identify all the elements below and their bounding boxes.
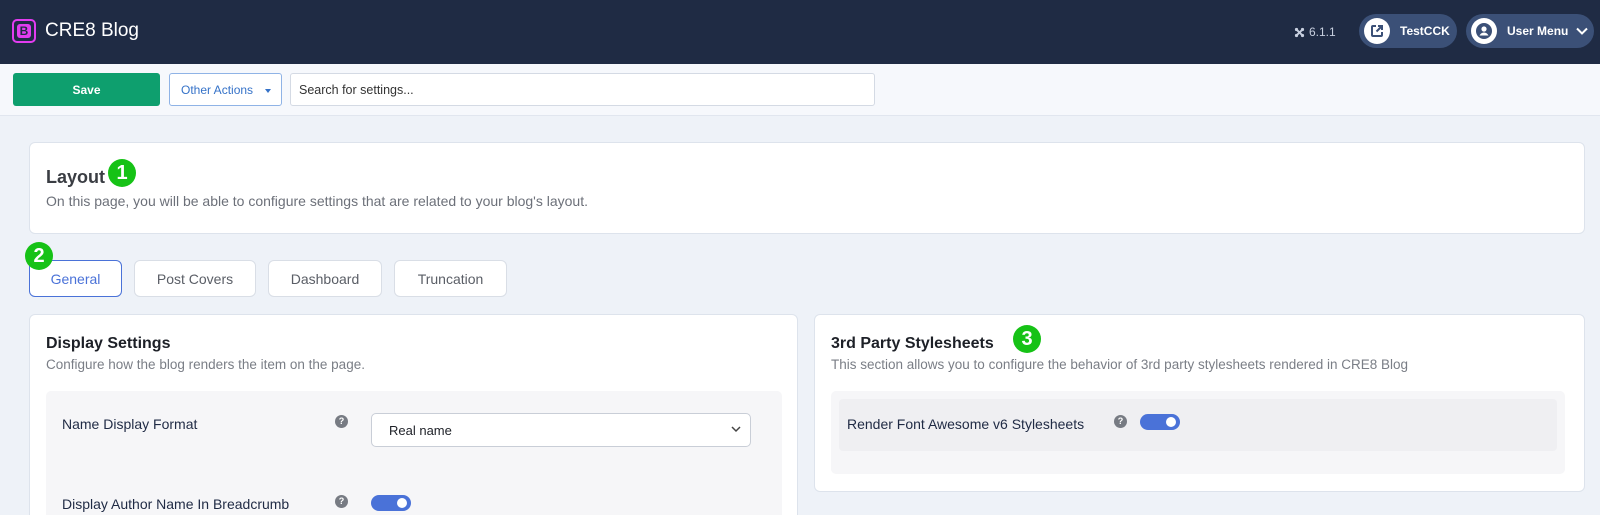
external-link-icon — [1364, 18, 1390, 44]
site-link-label: TestCCK — [1400, 24, 1450, 38]
author-breadcrumb-label: Display Author Name In Breadcrumb — [62, 496, 290, 512]
stylesheets-panel: 3rd Party Stylesheets This section allow… — [814, 314, 1585, 492]
page-header-card: Layout On this page, you will be able to… — [29, 142, 1585, 234]
tab-truncation[interactable]: Truncation — [394, 260, 507, 297]
version-indicator: 6.1.1 — [1294, 25, 1336, 39]
user-menu-label: User Menu — [1507, 24, 1569, 38]
other-actions-dropdown[interactable]: Other Actions — [169, 73, 282, 106]
annotation-badge-2: 2 — [25, 242, 53, 270]
display-settings-fields: Name Display Format ? Real name Display … — [46, 391, 782, 515]
toggle-knob — [1166, 417, 1176, 427]
annotation-badge-3: 3 — [1013, 325, 1041, 353]
name-display-format-label: Name Display Format — [62, 416, 198, 432]
name-display-format-select[interactable]: Real name — [371, 413, 751, 447]
caret-down-icon — [265, 89, 271, 93]
name-display-format-value: Real name — [389, 422, 452, 438]
action-toolbar: Save Other Actions — [0, 64, 1600, 116]
help-icon[interactable]: ? — [335, 495, 348, 508]
annotation-badge-1: 1 — [108, 159, 136, 187]
other-actions-label: Other Actions — [181, 82, 254, 97]
settings-search-input[interactable] — [290, 73, 875, 106]
app-logo-icon[interactable]: B — [12, 19, 36, 43]
display-settings-title: Display Settings — [46, 335, 171, 352]
font-awesome-setting-row: Render Font Awesome v6 Stylesheets ? — [839, 399, 1557, 451]
tab-post-covers[interactable]: Post Covers — [134, 260, 256, 297]
stylesheets-fields: Render Font Awesome v6 Stylesheets ? — [831, 391, 1565, 474]
save-button[interactable]: Save — [13, 73, 160, 106]
app-title[interactable]: CRE8 Blog — [45, 20, 139, 42]
joomla-icon — [1294, 27, 1305, 38]
user-menu-button[interactable]: User Menu — [1466, 14, 1594, 48]
logo-letter: B — [17, 24, 31, 38]
page-description: On this page, you will be able to config… — [46, 193, 588, 209]
author-breadcrumb-toggle[interactable] — [371, 495, 411, 511]
display-settings-panel: Display Settings Configure how the blog … — [29, 314, 798, 515]
font-awesome-label: Render Font Awesome v6 Stylesheets — [847, 416, 1085, 432]
top-header: B CRE8 Blog 6.1.1 TestCCK User Menu — [0, 0, 1600, 64]
chevron-down-icon — [1576, 24, 1589, 38]
stylesheets-title: 3rd Party Stylesheets — [831, 335, 994, 352]
toggle-knob — [397, 498, 407, 508]
version-text: 6.1.1 — [1309, 25, 1336, 39]
tab-dashboard[interactable]: Dashboard — [268, 260, 382, 297]
user-avatar-icon — [1471, 18, 1497, 44]
stylesheets-description: This section allows you to configure the… — [831, 357, 1409, 372]
font-awesome-toggle[interactable] — [1140, 414, 1180, 430]
site-link-button[interactable]: TestCCK — [1359, 14, 1457, 48]
chevron-down-icon — [730, 423, 742, 438]
page-title: Layout — [46, 167, 106, 187]
help-icon[interactable]: ? — [1114, 415, 1127, 428]
help-icon[interactable]: ? — [335, 415, 348, 428]
display-settings-description: Configure how the blog renders the item … — [46, 357, 365, 372]
